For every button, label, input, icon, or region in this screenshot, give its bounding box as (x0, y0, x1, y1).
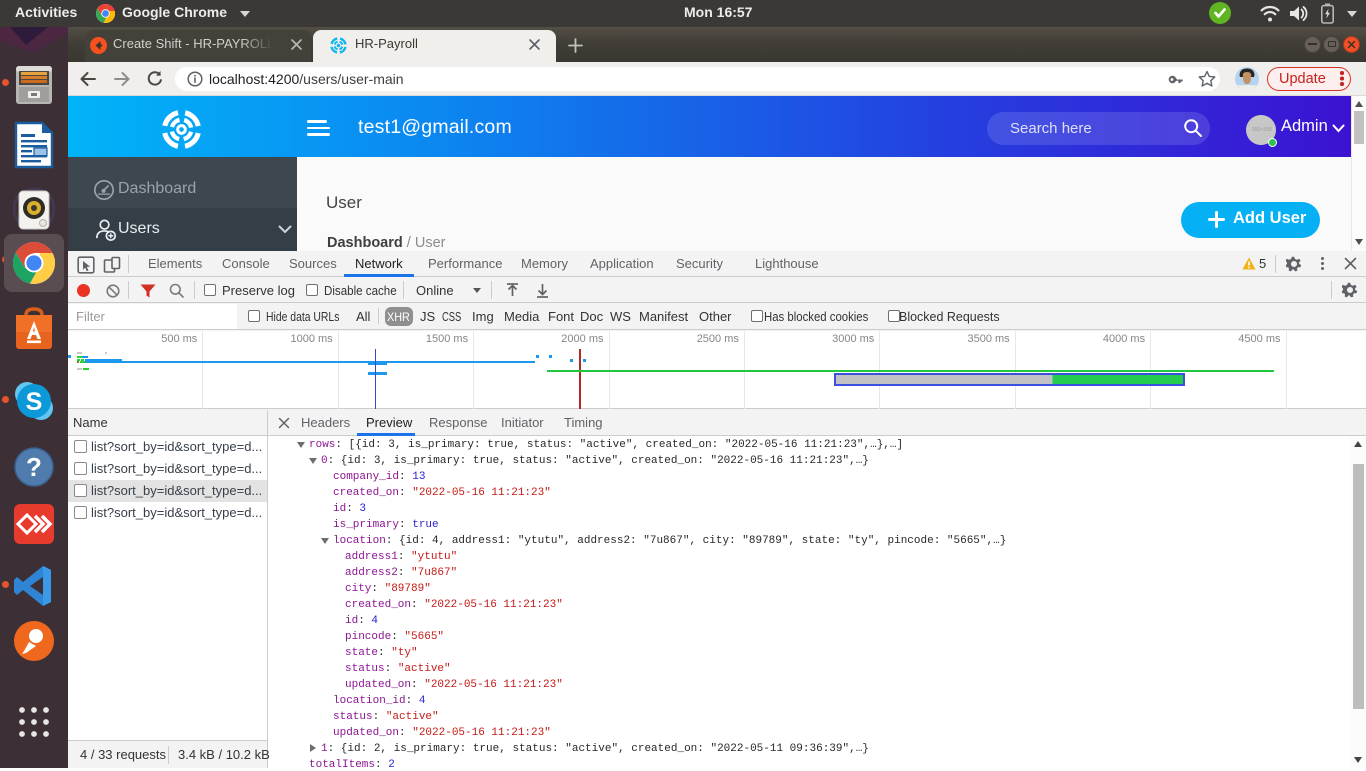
svg-text:?: ? (26, 452, 42, 482)
svg-text:S: S (26, 388, 43, 416)
